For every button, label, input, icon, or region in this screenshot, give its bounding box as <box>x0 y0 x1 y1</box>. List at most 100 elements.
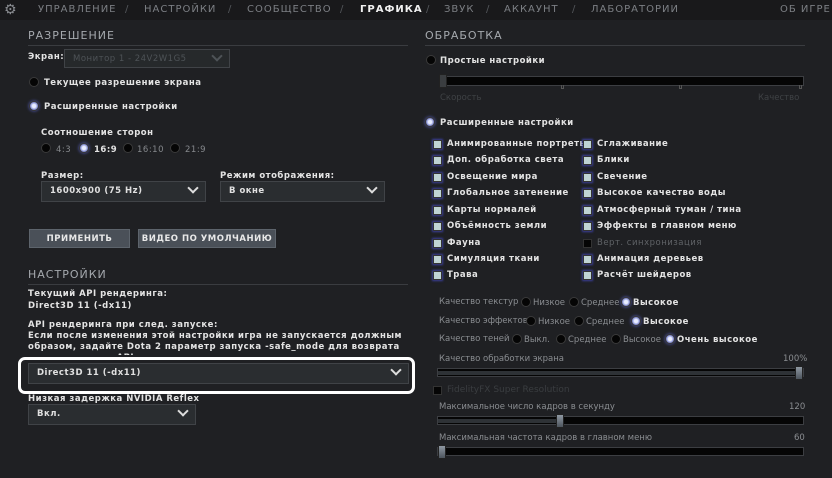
quality-option-label: Низкое <box>533 298 565 308</box>
option-checkbox[interactable] <box>583 239 592 248</box>
divider <box>425 45 805 46</box>
option-label: Расчёт шейдеров <box>597 270 692 280</box>
option-label: Анимация деревьев <box>597 254 704 264</box>
quality-option-radio[interactable] <box>574 316 584 326</box>
slider-thumb[interactable] <box>438 445 446 459</box>
slider-tick <box>679 85 682 89</box>
nav-about[interactable]: ОБ ИГРЕ <box>780 4 831 15</box>
simple-quality-slider[interactable] <box>439 74 804 89</box>
current-res-label: Текущее разрешение экрана <box>44 78 202 88</box>
option-checkbox[interactable] <box>433 255 442 264</box>
advanced-settings-label: Расширенные настройки <box>440 118 574 128</box>
option-checkbox[interactable] <box>433 222 442 231</box>
quality-option-radio[interactable] <box>621 297 631 307</box>
quality-option-radio[interactable] <box>569 297 579 307</box>
reflex-label: Низкая задержка NVIDIA Reflex <box>28 394 200 404</box>
option-label: Освещение мира <box>447 172 538 182</box>
menu-fps-label: Максимальная частота кадров в главном ме… <box>439 433 653 443</box>
quality-option-radio[interactable] <box>665 334 675 344</box>
aspect-21-9-label: 21:9 <box>185 145 207 155</box>
advanced-res-radio[interactable] <box>29 101 39 111</box>
menu-fps-slider[interactable] <box>437 445 804 459</box>
advanced-res-label: Расширенные настройки <box>44 102 178 112</box>
slider-tick <box>799 85 802 89</box>
quality-option-radio[interactable] <box>526 316 536 326</box>
option-checkbox[interactable] <box>583 255 592 264</box>
option-checkbox[interactable] <box>433 239 442 248</box>
apply-button[interactable]: ПРИМЕНИТЬ <box>29 229 130 248</box>
nav-graphics[interactable]: ГРАФИКА <box>360 4 423 15</box>
quality-option-radio[interactable] <box>521 297 531 307</box>
option-checkbox[interactable] <box>433 140 442 149</box>
option-label: Объёмность земли <box>447 221 548 231</box>
nav-sound[interactable]: ЗВУК <box>444 4 474 15</box>
quality-label: Качество <box>758 93 800 103</box>
option-checkbox[interactable] <box>583 206 592 215</box>
chevron-down-icon <box>177 405 189 417</box>
quality-option-label: Высокое <box>643 317 689 327</box>
slider-thumb[interactable] <box>555 414 564 428</box>
option-label: Анимированные портреты <box>447 139 588 149</box>
nav-account[interactable]: АККАУНТ <box>504 4 559 15</box>
quality-option-radio[interactable] <box>611 334 621 344</box>
option-checkbox[interactable] <box>583 271 592 280</box>
aspect-16-9-radio[interactable] <box>79 143 89 153</box>
nav-separator: / <box>426 4 430 15</box>
option-label: Доп. обработка света <box>447 155 565 165</box>
speed-label: Скорость <box>440 93 482 103</box>
screen-label: Экран: <box>28 52 65 62</box>
gear-icon[interactable]: ⚙ <box>4 2 17 18</box>
fsr-checkbox[interactable] <box>433 386 442 395</box>
quality-option-label: Высокое <box>623 335 661 345</box>
quality-option-label: Выкл. <box>524 335 550 345</box>
nav-separator: / <box>340 4 344 15</box>
screen-quality-label: Качество обработки экрана <box>439 354 565 364</box>
current-res-radio[interactable] <box>29 77 39 87</box>
option-checkbox[interactable] <box>583 189 592 198</box>
quality-option-radio[interactable] <box>631 316 641 326</box>
option-checkbox[interactable] <box>433 189 442 198</box>
mode-value: В окне <box>229 186 265 196</box>
screen-quality-slider[interactable] <box>437 366 804 380</box>
current-api-label: Текущий API рендеринга: <box>28 289 168 299</box>
screen-dropdown[interactable]: Монитор 1 - 24V2W1G5 <box>64 49 230 68</box>
simple-settings-radio[interactable] <box>426 55 436 65</box>
nav-separator: / <box>125 4 129 15</box>
option-checkbox[interactable] <box>433 173 442 182</box>
aspect-16-10-label: 16:10 <box>137 145 164 155</box>
screen-value: Монитор 1 - 24V2W1G5 <box>73 54 187 64</box>
slider-thumb[interactable] <box>795 366 803 380</box>
aspect-4-3-radio[interactable] <box>41 143 51 153</box>
option-checkbox[interactable] <box>583 173 592 182</box>
slider-thumb[interactable] <box>439 74 447 88</box>
option-checkbox[interactable] <box>583 222 592 231</box>
divider <box>28 45 408 46</box>
quality-option-label: Очень высокое <box>677 335 758 345</box>
option-label: Атмосферный туман / тина <box>597 205 742 215</box>
highlight-frame <box>18 357 415 394</box>
size-dropdown[interactable]: 1600x900 (75 Hz) <box>41 181 206 202</box>
aspect-21-9-radio[interactable] <box>170 143 180 153</box>
default-video-button[interactable]: ВИДЕО ПО УМОЛЧАНИЮ <box>138 229 276 248</box>
nav-labs[interactable]: ЛАБОРАТОРИИ <box>591 4 679 15</box>
quality-option-radio[interactable] <box>512 334 522 344</box>
option-checkbox[interactable] <box>583 156 592 165</box>
nav-separator: / <box>486 4 490 15</box>
option-checkbox[interactable] <box>433 271 442 280</box>
size-value: 1600x900 (75 Hz) <box>50 186 143 196</box>
option-checkbox[interactable] <box>433 156 442 165</box>
quality-option-radio[interactable] <box>556 334 566 344</box>
option-checkbox[interactable] <box>583 140 592 149</box>
advanced-settings-radio[interactable] <box>425 117 435 127</box>
option-checkbox[interactable] <box>433 206 442 215</box>
max-fps-slider[interactable] <box>437 414 804 428</box>
resolution-heading: РАЗРЕШЕНИЕ <box>28 29 115 42</box>
max-fps-label: Максимальное число кадров в секунду <box>439 402 615 412</box>
nav-community[interactable]: СООБЩЕСТВО <box>247 4 332 15</box>
mode-dropdown[interactable]: В окне <box>220 181 385 202</box>
option-label: Блики <box>597 155 630 165</box>
nav-settings[interactable]: НАСТРОЙКИ <box>144 4 216 15</box>
nav-controls[interactable]: УПРАВЛЕНИЕ <box>38 4 117 15</box>
reflex-dropdown[interactable]: Вкл. <box>28 404 196 425</box>
aspect-16-10-radio[interactable] <box>123 143 133 153</box>
